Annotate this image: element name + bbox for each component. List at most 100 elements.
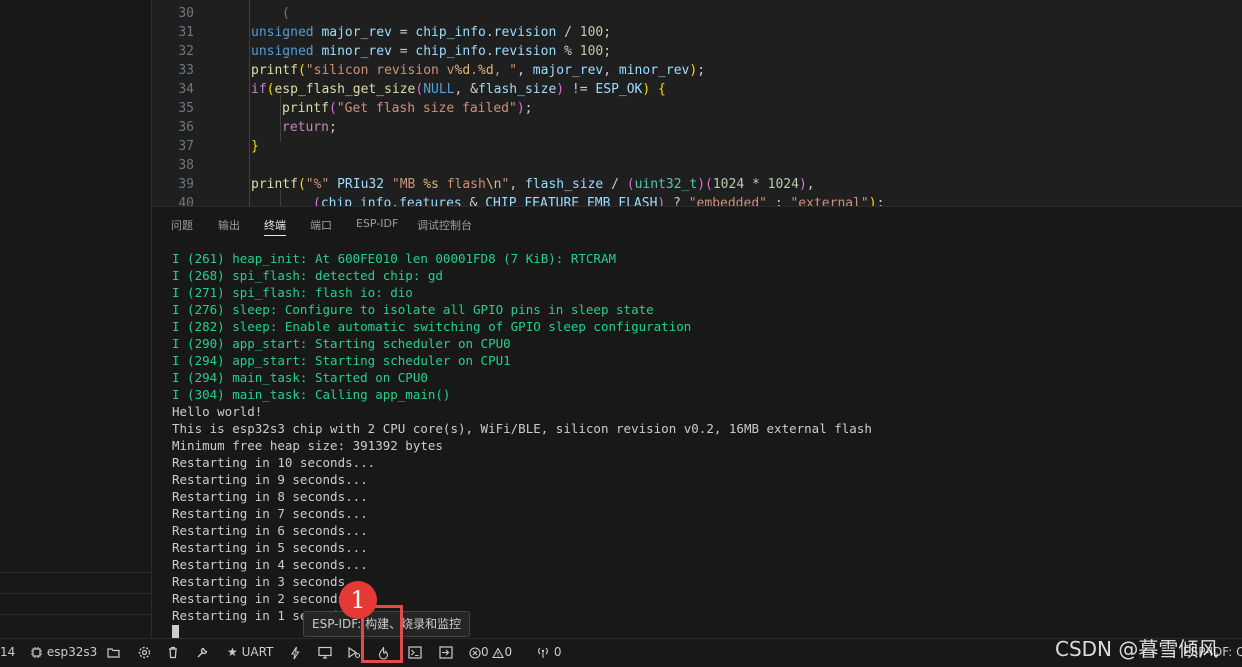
terminal-line: I (282) sleep: Enable automatic switchin… (172, 319, 692, 334)
code-text: printf("Get flash size failed"); (282, 101, 533, 116)
terminal-line: Restarting in 3 seconds... (172, 574, 368, 589)
wrench-icon (196, 645, 209, 659)
code-line[interactable]: 33 printf("silicon revision v%d.%d, ", ma… (152, 61, 1242, 80)
terminal-line: Minimum free heap size: 391392 bytes (172, 438, 443, 453)
terminal-button[interactable] (408, 639, 422, 667)
terminal-line: I (304) main_task: Calling app_main() (172, 387, 451, 402)
indent-guide (249, 0, 250, 206)
terminal-line: Restarting in 5 seconds... (172, 540, 368, 555)
sidebar-divider (0, 614, 151, 615)
chip-icon (30, 645, 43, 659)
enter-icon (439, 645, 453, 659)
code-line[interactable]: 37} (152, 137, 1242, 156)
code-text: } (251, 139, 259, 154)
terminal-line: Restarting in 4 seconds... (172, 557, 368, 572)
lightning-icon (290, 645, 301, 659)
debug-button[interactable] (347, 639, 361, 667)
problems-indicator[interactable]: 0 0 (469, 639, 512, 667)
flash-method-selector[interactable]: ★ UART (227, 639, 273, 667)
monitor-button[interactable] (318, 639, 332, 667)
flash-method-label: UART (241, 645, 274, 659)
terminal-line: Restarting in 9 seconds... (172, 472, 368, 487)
terminal-line: Restarting in 10 seconds... (172, 455, 376, 470)
code-text: return; (282, 120, 337, 135)
terminal-line: Restarting in 2 seconds... (172, 591, 368, 606)
code-line[interactable]: 40 (chip_info.features & CHIP_FEATURE_EMB… (152, 194, 1242, 206)
code-text: unsigned minor_rev = chip_info.revision … (251, 44, 612, 59)
code-editor[interactable]: 30 (31 unsigned major_rev = chip_info.revi… (152, 0, 1242, 206)
warning-count: 0 (504, 645, 513, 659)
code-text: ( (282, 6, 290, 21)
terminal-line: Restarting in 1 seconds... (172, 608, 368, 623)
callout-badge: 1 (339, 581, 377, 619)
terminal-cursor (172, 625, 179, 639)
code-line[interactable]: 35 printf("Get flash size failed"); (152, 99, 1242, 118)
flash-button[interactable] (290, 639, 301, 667)
indent-guide (280, 190, 281, 206)
terminal-line: I (276) sleep: Configure to isolate all … (172, 302, 654, 317)
code-text: if(esp_flash_get_size(NULL, &flash_size)… (251, 82, 666, 97)
terminal-line: This is esp32s3 chip with 2 CPU core(s),… (172, 421, 872, 436)
line-number: 30 (178, 6, 194, 21)
line-number: 35 (178, 101, 194, 116)
terminal-line: Restarting in 8 seconds... (172, 489, 368, 504)
code-text: (chip_info.features & CHIP_FEATURE_EMB_F… (313, 196, 885, 206)
star-icon: ★ (227, 645, 238, 659)
target-label: esp32s3 (46, 645, 98, 659)
remote-indicator[interactable]: 0 (536, 639, 561, 667)
code-line[interactable]: 30 ( (152, 4, 1242, 23)
terminal-line: I (294) app_start: Starting scheduler on… (172, 353, 511, 368)
terminal-line: I (261) heap_init: At 600FE010 len 00001… (172, 251, 617, 266)
debug-icon (347, 645, 361, 659)
panel-tab[interactable]: 调试控制台 (417, 217, 472, 235)
code-line[interactable]: 38 (152, 156, 1242, 175)
watermark-text: CSDN @暮雪倾风 (1055, 637, 1219, 661)
sdk-config-button[interactable] (107, 639, 120, 667)
panel-tab[interactable]: 问题 (171, 217, 193, 235)
settings-button[interactable] (138, 639, 151, 667)
line-number: 38 (178, 158, 194, 173)
build-tool-button[interactable] (196, 639, 209, 667)
line-number: 36 (178, 120, 194, 135)
explorer-sidebar (0, 0, 152, 638)
line-number: 37 (178, 139, 194, 154)
warning-icon (492, 645, 505, 659)
port-label: 14 (0, 645, 16, 659)
indent-guide (280, 95, 281, 142)
line-number: 39 (178, 177, 194, 192)
code-text: unsigned major_rev = chip_info.revision … (251, 25, 612, 40)
terminal-line: Restarting in 6 seconds... (172, 523, 368, 538)
code-line[interactable]: 34 if(esp_flash_get_size(NULL, &flash_siz… (152, 80, 1242, 99)
terminal-line: I (271) spi_flash: flash io: dio (172, 285, 413, 300)
line-number: 32 (178, 44, 194, 59)
line-number: 31 (178, 25, 194, 40)
terminal-output[interactable]: I (261) heap_init: At 600FE010 len 00001… (172, 250, 872, 639)
terminal-icon (408, 645, 422, 659)
panel-tab[interactable]: 终端 (264, 217, 286, 236)
target-selector[interactable]: esp32s3 (30, 639, 97, 667)
panel-tab[interactable]: ESP-IDF (356, 217, 398, 235)
code-line[interactable]: 32 unsigned minor_rev = chip_info.revisio… (152, 42, 1242, 61)
full-clean-button[interactable] (167, 639, 179, 667)
code-line[interactable]: 36 return; (152, 118, 1242, 137)
execute-task-button[interactable] (439, 639, 453, 667)
watermark: CSDN @暮雪倾风 (1055, 633, 1218, 662)
line-number: 33 (178, 63, 194, 78)
line-number: 34 (178, 82, 194, 97)
port-item[interactable]: 14 (0, 639, 15, 667)
remote-count: 0 (553, 645, 562, 659)
code-text: printf("%" PRIu32 "MB %s flash\n", flash… (251, 177, 815, 192)
code-text: printf("silicon revision v%d.%d, ", majo… (251, 63, 706, 78)
code-line[interactable]: 31 unsigned major_rev = chip_info.revisio… (152, 23, 1242, 42)
bottom-panel: 问题 输出 终端 端口 ESP-IDF 调试控制台 I (261) heap_init: … (152, 206, 1242, 639)
terminal-line: I (268) spi_flash: detected chip: gd (172, 268, 443, 283)
terminal-line: Hello world! (172, 404, 263, 419)
panel-tab[interactable]: 输出 (218, 217, 240, 235)
sidebar-divider (0, 572, 151, 573)
callout-number: 1 (350, 586, 366, 614)
code-line[interactable]: 39 printf("%" PRIu32 "MB %s flash\n", fla… (152, 175, 1242, 194)
sidebar-divider (0, 593, 151, 594)
terminal-line: I (290) app_start: Starting scheduler on… (172, 336, 511, 351)
folder-icon (107, 645, 120, 659)
panel-tab[interactable]: 端口 (310, 217, 332, 235)
